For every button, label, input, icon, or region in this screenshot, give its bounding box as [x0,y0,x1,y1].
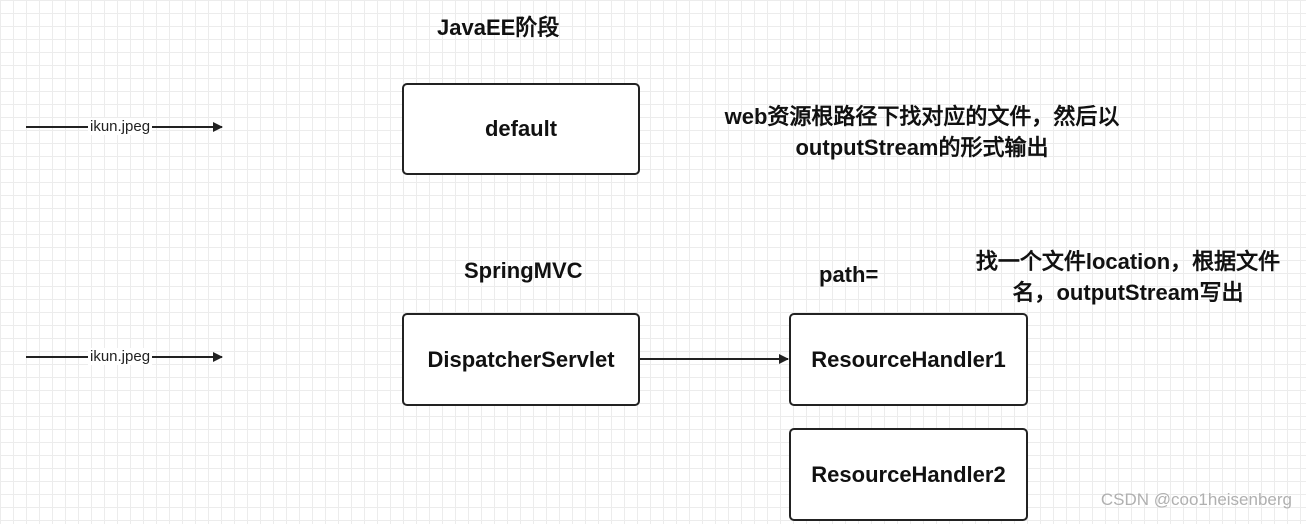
springmvc-note: 找一个文件location，根据文件 名，outputStream写出 [953,246,1303,308]
resource-handler-2-box: ResourceHandler2 [789,428,1028,521]
javaee-request-label: ikun.jpeg [88,118,153,135]
csdn-watermark: CSDN @coo1heisenberg [1100,490,1292,509]
javaee-note-line1: web资源根路径下找对应的文件，然后以 [724,104,1120,129]
javaee-note: web资源根路径下找对应的文件，然后以 outputStream的形式输出 [722,101,1122,163]
dispatcher-servlet-box: DispatcherServlet [402,313,640,406]
resource-handler-1-box: ResourceHandler1 [789,313,1028,406]
javaee-note-line2: outputStream的形式输出 [795,135,1049,160]
javaee-stage-title: JavaEE阶段 [437,15,560,40]
springmvc-note-line1: 找一个文件location，根据文件 [975,249,1281,274]
springmvc-stage-title: SpringMVC [464,258,583,283]
springmvc-note-line2: 名，outputStream写出 [1012,280,1244,305]
path-label: path= [819,262,879,287]
default-servlet-box: default [402,83,640,175]
springmvc-request-label: ikun.jpeg [88,348,153,365]
